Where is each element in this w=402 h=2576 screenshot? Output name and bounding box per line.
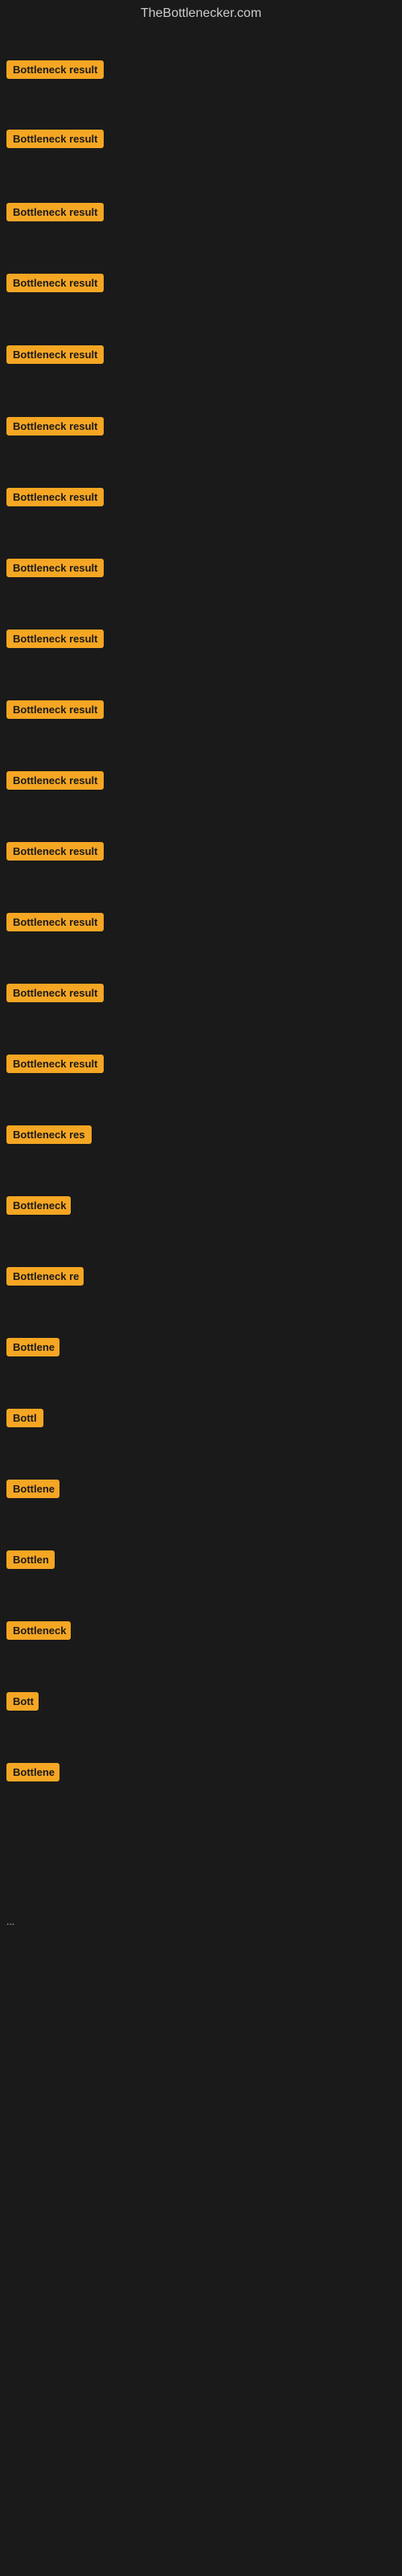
- bottleneck-item-21[interactable]: Bottlene: [3, 1480, 63, 1502]
- bottleneck-item-24[interactable]: Bott: [3, 1692, 42, 1715]
- bottleneck-badge: Bottleneck: [6, 1621, 71, 1640]
- bottleneck-item-15[interactable]: Bottleneck result: [3, 1055, 107, 1077]
- bottleneck-badge: Bottlene: [6, 1480, 59, 1498]
- page-wrapper: TheBottlenecker.com Bottleneck resultBot…: [0, 0, 402, 1929]
- bottleneck-badge: Bottl: [6, 1409, 43, 1427]
- bottleneck-item-4[interactable]: Bottleneck result: [3, 274, 107, 296]
- bottleneck-item-8[interactable]: Bottleneck result: [3, 559, 107, 581]
- bottleneck-badge: Bottleneck result: [6, 984, 104, 1002]
- bottleneck-item-20[interactable]: Bottl: [3, 1409, 47, 1431]
- bottleneck-item-14[interactable]: Bottleneck result: [3, 984, 107, 1006]
- bottleneck-item-6[interactable]: Bottleneck result: [3, 417, 107, 440]
- items-container: Bottleneck result Bottleneck result Bottle…: [0, 31, 402, 1850]
- bottleneck-item-13[interactable]: Bottleneck result: [3, 913, 107, 935]
- bottleneck-item-23[interactable]: Bottleneck: [3, 1621, 74, 1644]
- bottleneck-badge: Bottleneck: [6, 1196, 71, 1215]
- site-title: TheBottlenecker.com: [0, 0, 402, 31]
- bottleneck-item-9[interactable]: Bottleneck result: [3, 630, 107, 652]
- bottleneck-item-12[interactable]: Bottleneck result: [3, 842, 107, 865]
- bottleneck-badge: Bottleneck re: [6, 1267, 84, 1286]
- ellipsis-label: ...: [3, 1913, 14, 1930]
- bottleneck-item-18[interactable]: Bottleneck re: [3, 1267, 87, 1290]
- bottleneck-item-10[interactable]: Bottleneck result: [3, 700, 107, 723]
- bottleneck-item-17[interactable]: Bottleneck: [3, 1196, 74, 1219]
- bottleneck-badge: Bottleneck result: [6, 417, 104, 436]
- bottleneck-item-5[interactable]: Bottleneck result: [3, 345, 107, 368]
- bottleneck-badge: Bottleneck result: [6, 842, 104, 861]
- bottleneck-badge: Bottleneck result: [6, 60, 104, 79]
- bottleneck-item-22[interactable]: Bottlen: [3, 1550, 58, 1573]
- bottleneck-badge: Bottleneck result: [6, 771, 104, 790]
- bottleneck-badge: Bottleneck result: [6, 559, 104, 577]
- bottleneck-badge: Bottleneck res: [6, 1125, 92, 1144]
- bottleneck-item-19[interactable]: Bottlene: [3, 1338, 63, 1360]
- bottleneck-badge: Bottleneck result: [6, 274, 104, 292]
- bottleneck-item-16[interactable]: Bottleneck res: [3, 1125, 95, 1148]
- bottleneck-badge: Bottleneck result: [6, 203, 104, 221]
- bottleneck-item-1[interactable]: Bottleneck result: [3, 60, 107, 83]
- bottleneck-item-25[interactable]: Bottlene: [3, 1763, 63, 1785]
- bottleneck-badge: Bott: [6, 1692, 39, 1711]
- bottleneck-badge: Bottleneck result: [6, 630, 104, 648]
- bottleneck-badge: Bottleneck result: [6, 130, 104, 148]
- bottleneck-badge: Bottleneck result: [6, 488, 104, 506]
- bottleneck-badge: Bottleneck result: [6, 345, 104, 364]
- bottleneck-item-7[interactable]: Bottleneck result: [3, 488, 107, 510]
- bottleneck-badge: Bottlene: [6, 1338, 59, 1356]
- bottleneck-badge: Bottlene: [6, 1763, 59, 1781]
- bottom-section: ...: [0, 1898, 402, 1929]
- bottleneck-item-3[interactable]: Bottleneck result: [3, 203, 107, 225]
- bottleneck-item-2[interactable]: Bottleneck result: [3, 130, 107, 152]
- bottleneck-item-11[interactable]: Bottleneck result: [3, 771, 107, 794]
- bottleneck-badge: Bottleneck result: [6, 700, 104, 719]
- bottleneck-badge: Bottleneck result: [6, 1055, 104, 1073]
- bottleneck-badge: Bottleneck result: [6, 913, 104, 931]
- bottleneck-badge: Bottlen: [6, 1550, 55, 1569]
